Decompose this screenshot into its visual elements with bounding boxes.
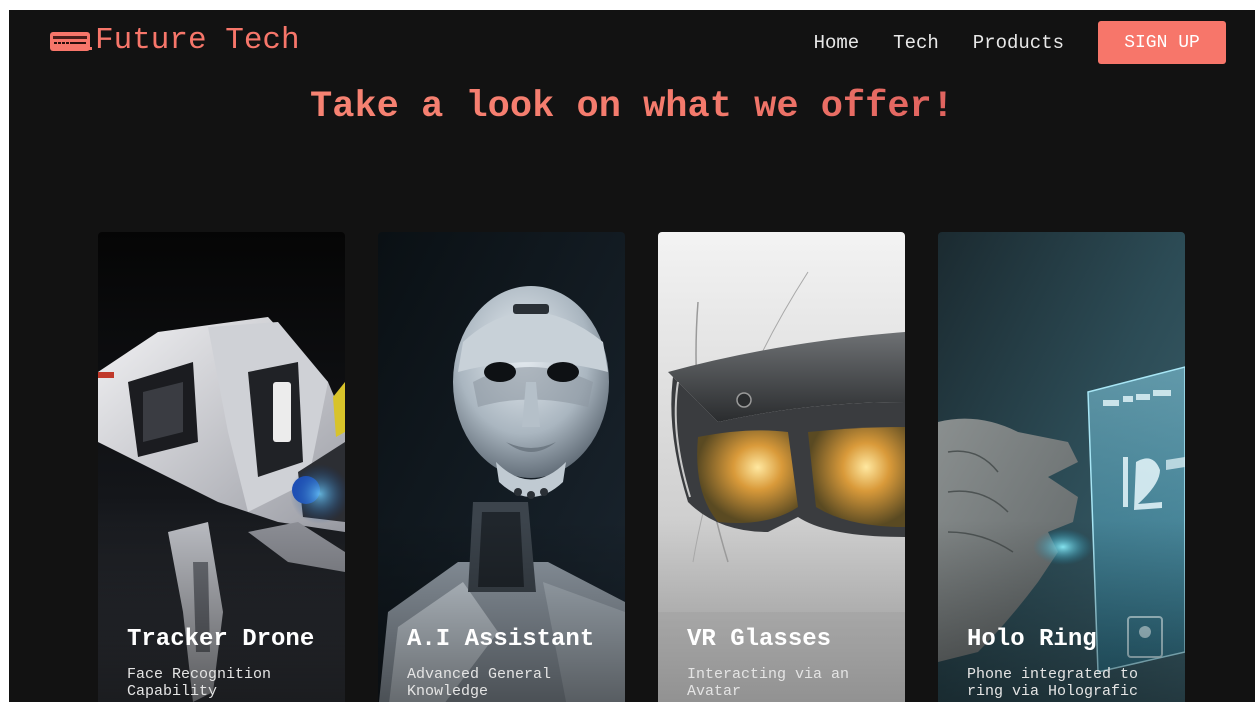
card-title: Tracker Drone [127,626,315,653]
product-card-ai-assistant[interactable]: A.I Assistant Advanced General Knowledge [378,232,625,702]
nav-link-products[interactable]: Products [973,32,1064,54]
card-title: VR Glasses [687,626,832,653]
card-description: Advanced General Knowledge [407,666,552,700]
nav-link-tech[interactable]: Tech [893,32,939,54]
card-title: A.I Assistant [407,626,595,653]
main-nav: Home Tech Products SIGN UP [814,21,1226,64]
page: Future Tech Home Tech Products SIGN UP T… [9,10,1255,702]
product-card-vr-glasses[interactable]: VR Glasses Interacting via an Avatar [658,232,905,702]
page-headline: Take a look on what we offer! [9,83,1255,131]
computer-icon [49,29,93,53]
card-description: Phone integrated to ring via Holografic [967,666,1139,700]
signup-button[interactable]: SIGN UP [1098,21,1226,64]
brand-logo[interactable]: Future Tech [49,24,300,58]
card-title: Holo Ring [967,626,1097,653]
header: Future Tech Home Tech Products SIGN UP [9,10,1255,74]
product-card-holo-ring[interactable]: Holo Ring Phone integrated to ring via H… [938,232,1185,702]
card-description: Face Recognition Capability [127,666,272,700]
card-description: Interacting via an Avatar [687,666,850,700]
brand-name: Future Tech [95,23,300,58]
product-card-tracker-drone[interactable]: Tracker Drone Face Recognition Capabilit… [98,232,345,702]
nav-link-home[interactable]: Home [814,32,860,54]
